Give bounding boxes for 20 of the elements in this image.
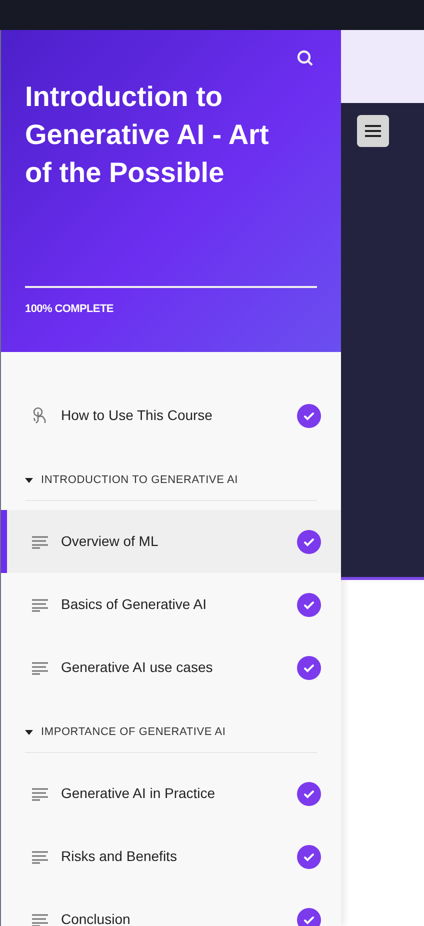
text-lines-icon: [31, 534, 49, 548]
section-header[interactable]: INTRODUCTION TO GENERATIVE AI: [25, 456, 317, 502]
text-lines-icon: [31, 660, 49, 674]
lesson-item[interactable]: Conclusion: [1, 888, 341, 926]
text-lines-icon: [31, 912, 49, 926]
course-title: Introduction to Generative AI - Art of the Possible: [25, 80, 270, 190]
search-icon: [296, 49, 314, 67]
section-header[interactable]: IMPORTANCE OF GENERATIVE AI: [25, 708, 317, 754]
lesson-item[interactable]: Overview of ML: [1, 510, 341, 573]
lesson-item[interactable]: How to Use This Course: [1, 384, 341, 447]
lesson-item[interactable]: Risks and Benefits: [1, 825, 341, 888]
lesson-item[interactable]: Generative AI use cases: [1, 636, 341, 699]
progress-label: 100% COMPLETE: [25, 303, 114, 315]
text-lines-icon: [31, 598, 49, 612]
text-lines-icon: [31, 786, 49, 800]
lesson-item[interactable]: Basics of Generative AI: [1, 573, 341, 636]
lesson-item[interactable]: Generative AI in Practice: [1, 762, 341, 825]
menu-button[interactable]: [357, 115, 389, 147]
menu-icon: [364, 124, 382, 138]
text-lines-icon: [31, 850, 49, 864]
